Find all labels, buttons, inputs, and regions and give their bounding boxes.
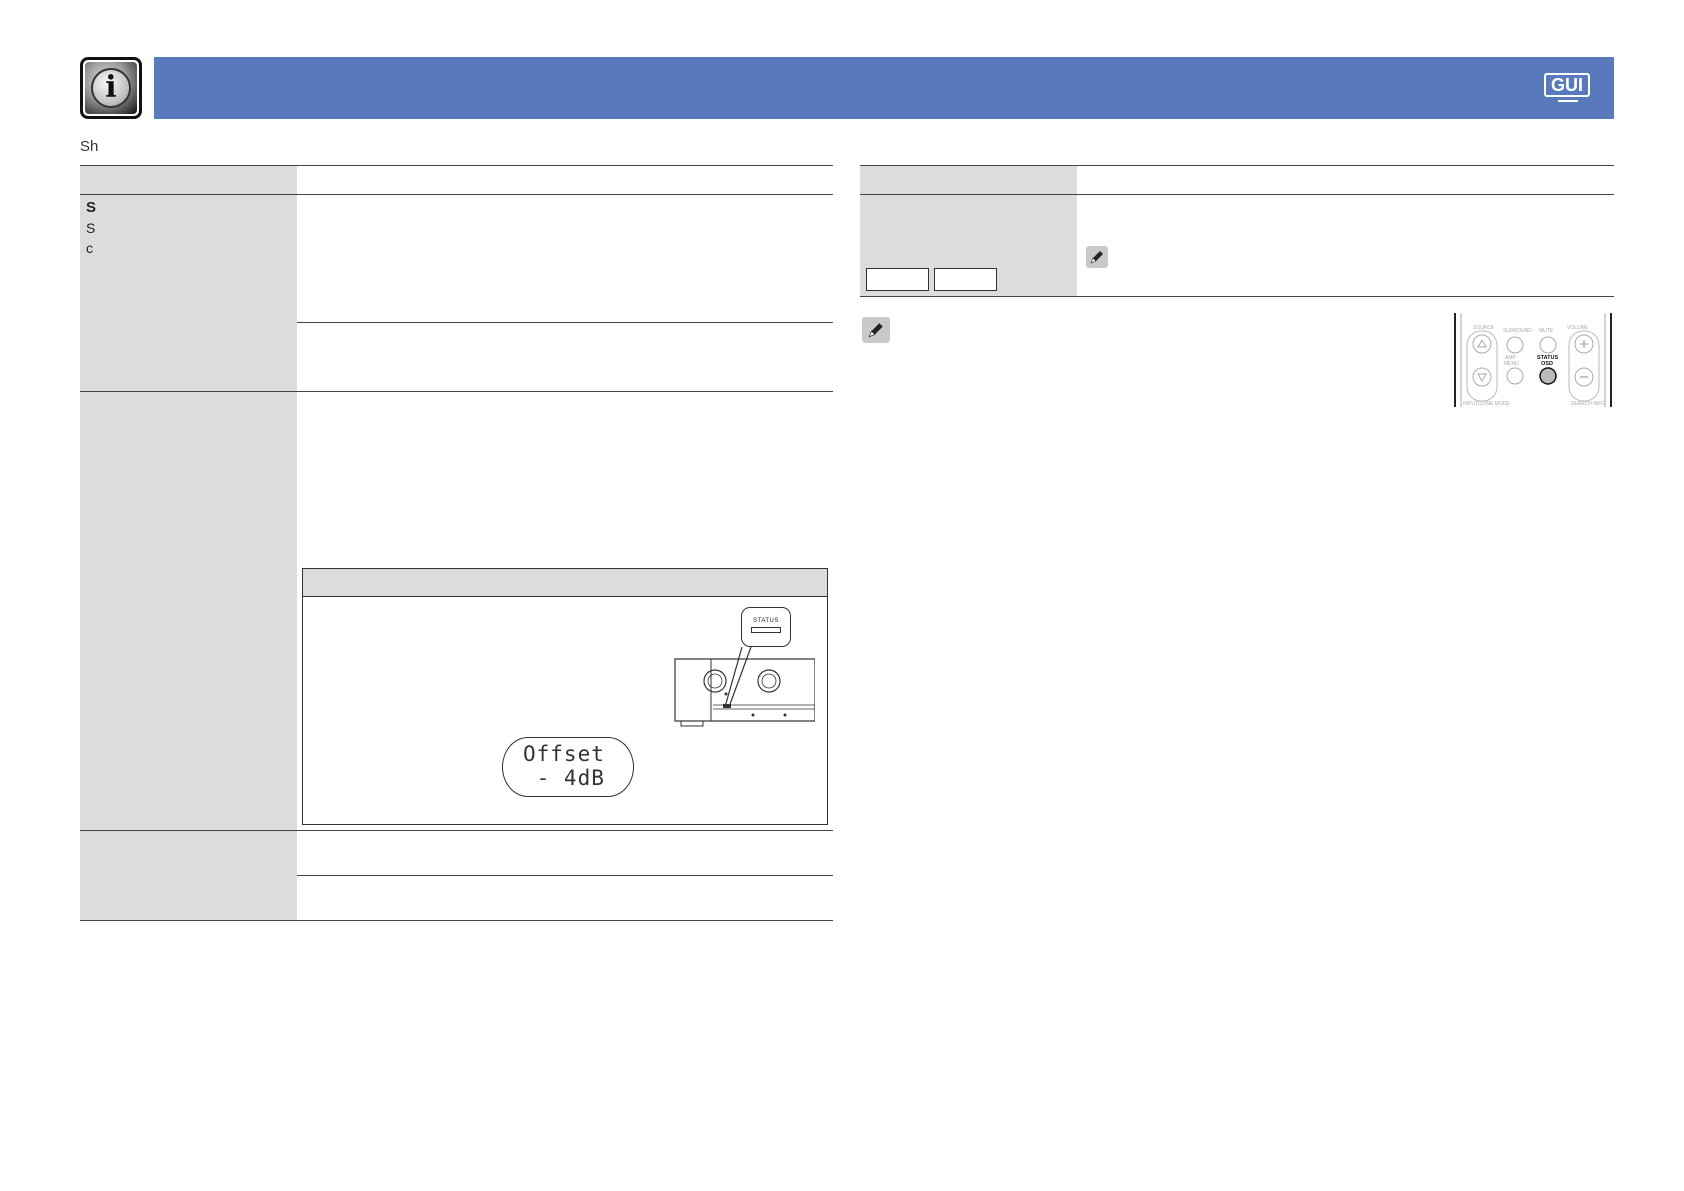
pencil-note-icon: [862, 317, 890, 343]
status-osd-button: [1539, 367, 1557, 385]
section-sub-label: Sh: [80, 138, 99, 155]
info-glyph: i: [91, 68, 131, 108]
receiver-front-panel-icon: [674, 647, 815, 727]
status-label: STATUS: [753, 618, 779, 624]
status-button-icon: [751, 627, 781, 633]
display-line-1: Offset: [523, 742, 605, 766]
info-icon: i: [80, 57, 142, 119]
option-box-1: [866, 268, 929, 291]
row-label-text: S S c: [86, 198, 96, 258]
remote-label-volume: VOLUME: [1567, 325, 1589, 331]
row-label-cell: [80, 392, 297, 830]
remote-label-source: SOURCE: [1473, 325, 1495, 331]
display-line-2: - 4dB: [523, 766, 605, 790]
gui-badge: GUI: [1544, 73, 1590, 97]
remote-label-mute: MUTE: [1539, 328, 1554, 334]
header-bar: GUI: [154, 57, 1614, 119]
row-label-letter-3: c: [86, 240, 93, 256]
row-label-letter-2: S: [86, 220, 96, 236]
remote-label-osd: OSD: [1541, 361, 1553, 367]
front-display: Offset - 4dB: [502, 737, 634, 797]
pencil-note-icon: [1086, 246, 1108, 268]
table-header-cell: [80, 166, 297, 194]
table-header-cell: [860, 166, 1077, 194]
option-box-2: [934, 268, 997, 291]
row-label-cell: [80, 195, 297, 391]
manual-page: i GUI Sh S S c STATUS Offset - 4dB SOURC…: [0, 0, 1684, 1191]
row-label-cell: [80, 831, 297, 920]
status-button-callout: STATUS: [741, 607, 791, 647]
remote-label-surround: SURROUND: [1503, 328, 1532, 334]
gui-icon: GUI: [1544, 73, 1592, 103]
illustration-header: [303, 569, 827, 597]
remote-control-icon: SOURCE SURROUND MUTE VOLUME AMP MENU STA…: [1454, 313, 1612, 407]
status-illustration: STATUS Offset - 4dB: [302, 568, 828, 825]
row-label-letter-1: S: [86, 199, 97, 216]
remote-label-input: INPUT/ZONE MODE: [1463, 401, 1510, 407]
remote-label-menu: MENU: [1504, 361, 1519, 367]
remote-label-search: SEARCH INFO: [1571, 401, 1605, 407]
